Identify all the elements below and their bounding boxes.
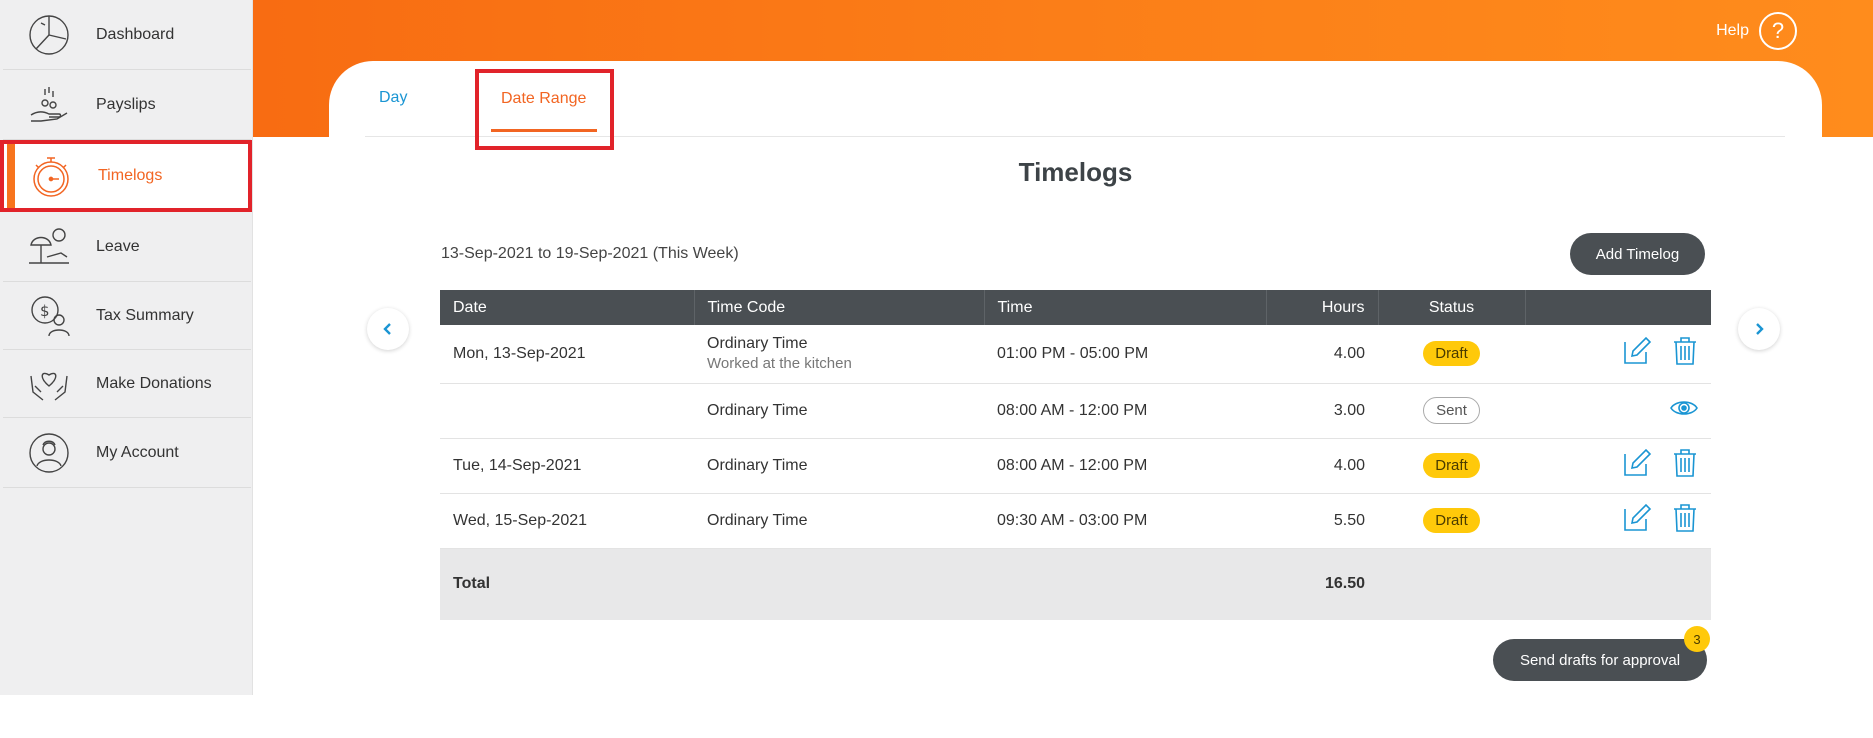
draft-count-badge: 3 xyxy=(1684,626,1710,652)
status-badge: Draft xyxy=(1423,341,1480,367)
column-header-date: Date xyxy=(440,290,695,325)
status-badge: Sent xyxy=(1423,397,1480,424)
cell-time-code: Ordinary Time xyxy=(694,383,984,439)
cell-hours: 3.00 xyxy=(1266,383,1378,439)
beach-umbrella-icon xyxy=(25,223,73,271)
next-week-button[interactable] xyxy=(1738,308,1780,350)
cell-time: 08:00 AM - 12:00 PM xyxy=(984,383,1266,439)
timelogs-table: Date Time Code Time Hours Status Mon, 13… xyxy=(440,290,1711,620)
table-row[interactable]: Mon, 13-Sep-2021 Ordinary Time Worked at… xyxy=(440,325,1711,384)
total-row: Total 16.50 xyxy=(440,548,1711,620)
tab-day[interactable]: Day xyxy=(379,89,407,107)
cell-time-code: Ordinary Time Worked at the kitchen xyxy=(694,325,984,384)
sidebar-item-label: Leave xyxy=(96,237,140,255)
trash-icon[interactable] xyxy=(1672,336,1698,371)
cell-date: Tue, 14-Sep-2021 xyxy=(440,438,694,494)
active-tab-underline xyxy=(491,129,597,132)
dashboard-pie-icon xyxy=(25,11,73,59)
column-header-time: Time xyxy=(984,290,1267,325)
help-button[interactable]: Help ? xyxy=(1716,12,1797,50)
sidebar-item-my-account[interactable]: My Account xyxy=(3,418,251,488)
chevron-left-icon xyxy=(383,323,391,335)
column-header-time-code: Time Code xyxy=(694,290,985,325)
table-row[interactable]: Wed, 15-Sep-2021 Ordinary Time 09:30 AM … xyxy=(440,493,1711,549)
cell-status: Draft xyxy=(1378,438,1525,494)
cell-time: 01:00 PM - 05:00 PM xyxy=(984,325,1266,384)
chevron-right-icon xyxy=(1756,323,1764,335)
cell-status: Draft xyxy=(1378,493,1525,549)
cell-actions xyxy=(1525,383,1711,439)
table-header-row: Date Time Code Time Hours Status xyxy=(440,290,1711,325)
total-empty-cell xyxy=(1378,548,1525,620)
sidebar-item-label: Dashboard xyxy=(96,25,175,43)
tax-person-icon: $ xyxy=(25,292,73,340)
timelogs-card: Day Date Range Timelogs 13-Sep-2021 to 1… xyxy=(329,61,1822,695)
cell-status: Draft xyxy=(1378,325,1525,384)
cell-status: Sent xyxy=(1378,383,1525,439)
tab-date-range[interactable]: Date Range xyxy=(501,90,586,108)
table-row[interactable]: Ordinary Time 08:00 AM - 12:00 PM 3.00 S… xyxy=(440,383,1711,439)
status-badge: Draft xyxy=(1423,453,1480,478)
total-hours: 16.50 xyxy=(1266,548,1378,620)
eye-icon[interactable] xyxy=(1670,398,1698,423)
sidebar-item-label: Timelogs xyxy=(98,167,163,184)
heart-hands-icon xyxy=(25,360,73,408)
cell-hours: 5.50 xyxy=(1266,493,1378,549)
add-timelog-button[interactable]: Add Timelog xyxy=(1570,233,1705,275)
cell-time: 09:30 AM - 03:00 PM xyxy=(984,493,1266,549)
help-question-icon: ? xyxy=(1759,12,1797,50)
cell-time-code: Ordinary Time xyxy=(694,438,984,494)
sidebar-item-make-donations[interactable]: Make Donations xyxy=(3,350,251,418)
sidebar-item-label: My Account xyxy=(96,443,179,461)
cell-actions xyxy=(1525,438,1711,494)
cell-time-code: Ordinary Time xyxy=(694,493,984,549)
cell-date: Wed, 15-Sep-2021 xyxy=(440,493,694,549)
sidebar-item-dashboard[interactable]: Dashboard xyxy=(3,0,251,70)
column-header-hours: Hours xyxy=(1266,290,1379,325)
total-label: Total xyxy=(440,548,694,620)
sidebar-item-tax-summary[interactable]: $ Tax Summary xyxy=(3,282,251,350)
cell-hours: 4.00 xyxy=(1266,325,1378,384)
stopwatch-icon xyxy=(27,152,75,200)
trash-icon[interactable] xyxy=(1672,448,1698,483)
send-drafts-button[interactable]: Send drafts for approval xyxy=(1493,639,1707,681)
sidebar-item-leave[interactable]: Leave xyxy=(3,212,251,282)
help-label: Help xyxy=(1716,22,1749,39)
total-empty-cell xyxy=(1525,548,1711,620)
time-note-text: Worked at the kitchen xyxy=(707,355,852,373)
highlight-box xyxy=(475,69,614,150)
total-empty-cell xyxy=(984,548,1266,620)
view-tabs: Day Date Range xyxy=(365,61,1785,150)
account-avatar-icon xyxy=(25,429,73,477)
cell-date: Mon, 13-Sep-2021 xyxy=(440,325,694,384)
sidebar-item-label: Tax Summary xyxy=(96,306,194,324)
page-title: Timelogs xyxy=(1018,157,1133,187)
date-range-text: 13-Sep-2021 to 19-Sep-2021 (This Week) xyxy=(441,245,739,262)
previous-week-button[interactable] xyxy=(367,308,409,350)
total-empty-cell xyxy=(694,548,984,620)
cell-actions xyxy=(1525,325,1711,384)
edit-icon[interactable] xyxy=(1622,503,1652,538)
table-row[interactable]: Tue, 14-Sep-2021 Ordinary Time 08:00 AM … xyxy=(440,438,1711,494)
status-badge: Draft xyxy=(1423,508,1480,533)
sidebar-item-label: Payslips xyxy=(96,95,156,113)
column-header-actions xyxy=(1525,290,1711,325)
payslip-coins-icon xyxy=(25,81,73,129)
edit-icon[interactable] xyxy=(1622,336,1652,371)
trash-icon[interactable] xyxy=(1672,503,1698,538)
time-code-text: Ordinary Time xyxy=(707,335,808,353)
sidebar-item-timelogs[interactable]: Timelogs xyxy=(0,140,252,212)
cell-actions xyxy=(1525,493,1711,549)
cell-date xyxy=(440,383,694,439)
app-root: Dashboard Payslips Timelogs Leave $ Tax … xyxy=(0,0,1873,695)
column-header-status: Status xyxy=(1378,290,1526,325)
sidebar-item-payslips[interactable]: Payslips xyxy=(3,70,251,140)
cell-time: 08:00 AM - 12:00 PM xyxy=(984,438,1266,494)
edit-icon[interactable] xyxy=(1622,448,1652,483)
cell-hours: 4.00 xyxy=(1266,438,1378,494)
sidebar: Dashboard Payslips Timelogs Leave $ Tax … xyxy=(0,0,253,695)
svg-text:$: $ xyxy=(40,302,50,320)
sidebar-item-label: Make Donations xyxy=(96,374,212,392)
